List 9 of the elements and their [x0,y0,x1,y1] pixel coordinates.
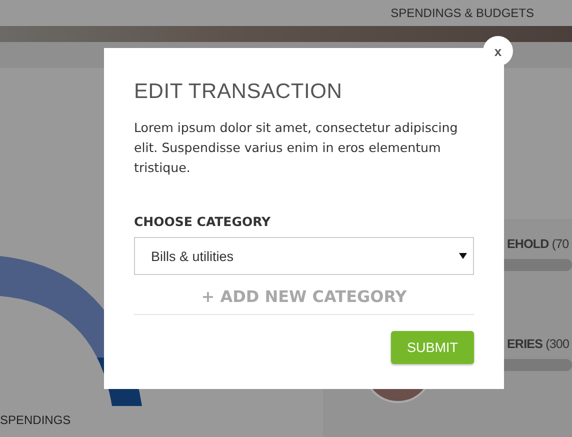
nav-link[interactable]: SPENDINGS & BUDGETS [390,6,534,20]
category-select[interactable]: Bills & utilities [134,237,474,275]
budget-label: EHOLD (70 [507,237,570,251]
field-label: CHOOSE CATEGORY [134,214,272,229]
modal-text: Lorem ipsum dolor sit amet, consectetur adipiscing elit. Suspendisse varius enim in eros elementum tristique. [134,119,459,177]
chart-label: SPENDINGS [0,413,72,429]
budget-label: ERIES (300 [507,337,570,351]
modal-title: EDIT TRANSACTION [134,80,344,104]
caret-icon [459,253,467,259]
